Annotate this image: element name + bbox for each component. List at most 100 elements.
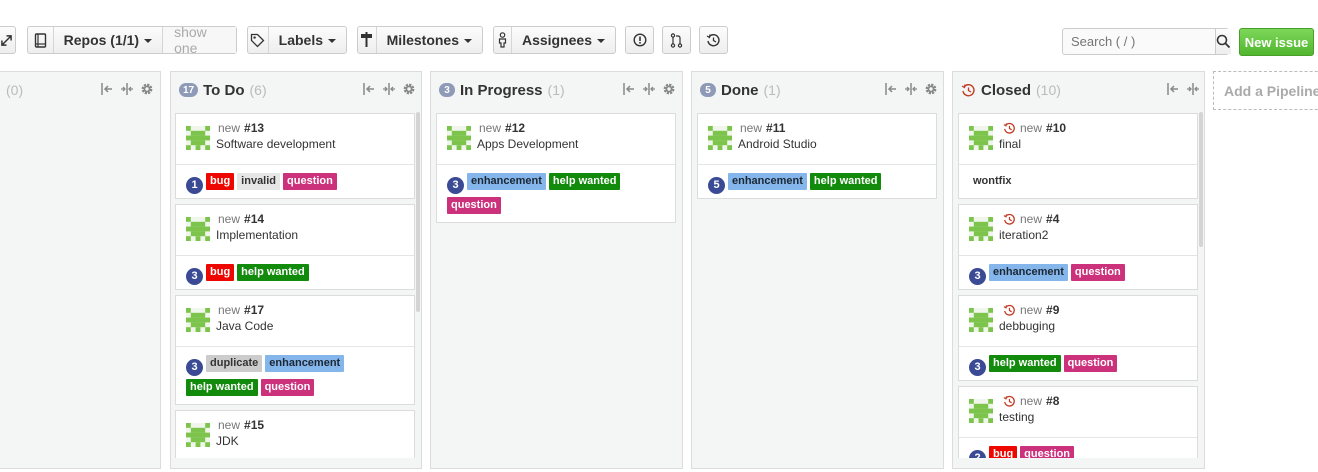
expand-icon[interactable] bbox=[1186, 82, 1200, 96]
scrollbar[interactable] bbox=[1199, 112, 1203, 247]
gear-icon[interactable] bbox=[924, 82, 938, 96]
issue-label[interactable]: enhancement bbox=[728, 173, 807, 190]
issue-status-line: new #17 bbox=[218, 303, 264, 317]
issue-label[interactable]: help wanted bbox=[186, 379, 258, 396]
issue-title[interactable]: final bbox=[999, 137, 1021, 151]
issue-label[interactable]: enhancement bbox=[265, 355, 345, 372]
labels-dropdown[interactable]: Labels bbox=[247, 26, 347, 54]
collapse-icon[interactable] bbox=[884, 82, 898, 96]
issue-card[interactable]: new #12 Apps Development 3 enhancement help … bbox=[436, 113, 676, 223]
collapse-icon[interactable] bbox=[100, 82, 114, 96]
issue-number[interactable]: #8 bbox=[1046, 394, 1059, 408]
pipeline-estimate-badge: 3 bbox=[439, 83, 455, 97]
issue-label[interactable]: bug bbox=[206, 264, 235, 281]
search-input[interactable] bbox=[1063, 29, 1215, 54]
issue-card[interactable]: new #9 debbuging 3 help wanted question bbox=[958, 295, 1198, 381]
expand-icon[interactable] bbox=[642, 82, 656, 96]
show-one-button[interactable]: show one bbox=[162, 24, 236, 56]
collapse-icon[interactable] bbox=[362, 82, 376, 96]
issue-label[interactable]: question bbox=[447, 197, 501, 214]
issue-label[interactable]: question bbox=[1063, 355, 1118, 372]
search-button[interactable] bbox=[1215, 29, 1231, 54]
issue-card[interactable]: new #13 Software development 1 bug invalid qu… bbox=[175, 113, 415, 199]
issue-number[interactable]: #17 bbox=[244, 303, 264, 317]
card-header: new #13 Software development bbox=[176, 114, 414, 165]
issue-card[interactable]: new #4 iteration2 3 enhancement question bbox=[958, 204, 1198, 290]
assignees-dropdown[interactable]: Assignees bbox=[493, 26, 616, 54]
issue-number[interactable]: #12 bbox=[505, 121, 525, 135]
card-header: new #17 Java Code bbox=[176, 296, 414, 347]
gear-icon[interactable] bbox=[140, 82, 154, 96]
issue-title[interactable]: Software development bbox=[216, 137, 335, 151]
pipeline-bottom-strip bbox=[430, 458, 683, 469]
issue-title[interactable]: debbuging bbox=[999, 319, 1055, 333]
issue-number[interactable]: #4 bbox=[1046, 212, 1059, 226]
issue-label[interactable]: help wanted bbox=[237, 264, 309, 281]
fullscreen-button[interactable] bbox=[0, 26, 16, 54]
issue-title[interactable]: Implementation bbox=[216, 228, 298, 242]
issue-label[interactable]: duplicate bbox=[206, 355, 263, 372]
issue-number[interactable]: #15 bbox=[244, 418, 264, 432]
avatar bbox=[708, 126, 732, 150]
issue-number[interactable]: #14 bbox=[244, 212, 264, 226]
card-header: new #4 iteration2 bbox=[959, 205, 1197, 256]
expand-icon[interactable] bbox=[382, 82, 396, 96]
issue-label[interactable]: enhancement bbox=[467, 173, 546, 190]
issue-status: new bbox=[1020, 303, 1043, 317]
pipeline-estimate-badge: 17 bbox=[179, 83, 199, 97]
issue-number[interactable]: #13 bbox=[244, 121, 264, 135]
gear-icon[interactable] bbox=[402, 82, 416, 96]
issue-label[interactable]: help wanted bbox=[989, 355, 1061, 372]
expand-icon[interactable] bbox=[120, 82, 134, 96]
issue-title[interactable]: iteration2 bbox=[999, 228, 1048, 242]
issues-filter-button[interactable] bbox=[625, 26, 654, 54]
issue-card[interactable]: new #15 JDK bbox=[175, 410, 415, 462]
card-labels: 3 enhancement question bbox=[969, 264, 1191, 288]
issue-label[interactable]: question bbox=[283, 173, 337, 190]
add-pipeline-button[interactable]: Add a Pipeline bbox=[1213, 71, 1318, 110]
scrollbar[interactable] bbox=[416, 112, 420, 312]
issue-number[interactable]: #9 bbox=[1046, 303, 1059, 317]
closed-history-icon bbox=[1003, 122, 1016, 135]
avatar bbox=[186, 308, 210, 332]
pipeline-column: (0) bbox=[0, 71, 161, 469]
gear-icon[interactable] bbox=[662, 82, 676, 96]
issue-label[interactable]: question bbox=[1070, 264, 1125, 281]
issue-number[interactable]: #10 bbox=[1046, 121, 1066, 135]
issue-title[interactable]: testing bbox=[999, 410, 1034, 424]
expand-icon[interactable] bbox=[904, 82, 918, 96]
issue-card[interactable]: new #8 testing 2 bug question bbox=[958, 386, 1198, 460]
closed-history-icon bbox=[961, 83, 976, 98]
avatar bbox=[969, 217, 993, 241]
card-labels: 3 help wanted question bbox=[969, 355, 1191, 379]
new-issue-button[interactable]: New issue bbox=[1239, 28, 1314, 56]
issue-label[interactable]: help wanted bbox=[809, 173, 882, 190]
issue-card[interactable]: new #17 Java Code 3 duplicate enhancement hel… bbox=[175, 295, 415, 405]
pull-requests-filter-button[interactable] bbox=[662, 26, 691, 54]
issue-label[interactable]: enhancement bbox=[989, 264, 1068, 281]
card-labels: 3 enhancement help wanted question bbox=[447, 173, 669, 221]
issue-title[interactable]: Android Studio bbox=[738, 137, 817, 151]
issue-label[interactable]: invalid bbox=[237, 173, 281, 190]
issue-card[interactable]: new #11 Android Studio 5 enhancement help wa… bbox=[697, 113, 937, 199]
card-header: new #11 Android Studio bbox=[698, 114, 936, 165]
issue-title[interactable]: Apps Development bbox=[477, 137, 578, 151]
issue-label[interactable]: bug bbox=[206, 173, 235, 190]
issue-status-line: new #15 bbox=[218, 418, 264, 432]
collapse-icon[interactable] bbox=[622, 82, 636, 96]
pipeline-bottom-strip bbox=[691, 458, 944, 469]
issue-label[interactable]: help wanted bbox=[548, 173, 621, 190]
issue-label[interactable]: question bbox=[260, 379, 315, 396]
estimate-badge: 3 bbox=[186, 267, 203, 285]
milestones-dropdown[interactable]: Milestones bbox=[357, 26, 483, 54]
repos-dropdown[interactable]: Repos (1/1) show one bbox=[27, 24, 237, 56]
pipeline-name: To Do bbox=[203, 81, 245, 99]
issue-title[interactable]: Java Code bbox=[216, 319, 273, 333]
issue-label[interactable]: wontfix bbox=[969, 173, 1016, 190]
closed-filter-button[interactable] bbox=[699, 26, 728, 54]
issue-card[interactable]: new #14 Implementation 3 bug help wanted bbox=[175, 204, 415, 290]
collapse-icon[interactable] bbox=[1166, 82, 1180, 96]
issue-title[interactable]: JDK bbox=[216, 434, 239, 448]
issue-number[interactable]: #11 bbox=[766, 121, 785, 135]
issue-card[interactable]: new #10 final wontfix bbox=[958, 113, 1198, 199]
